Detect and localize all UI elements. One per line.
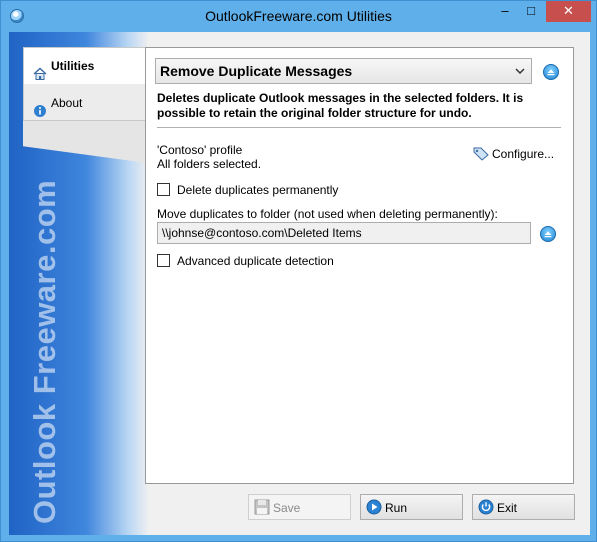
- run-button[interactable]: Run: [360, 494, 463, 520]
- configure-label: Configure...: [492, 147, 555, 161]
- home-icon: [33, 59, 47, 80]
- utility-select[interactable]: Remove Duplicate Messages: [155, 58, 532, 84]
- sidebar: Utilities About: [23, 47, 148, 121]
- sidebar-item-label: About: [51, 96, 83, 110]
- collapse-up-icon[interactable]: [543, 64, 559, 80]
- maximize-button[interactable]: □: [518, 1, 544, 22]
- brand-watermark: Outlook Freeware.com: [27, 179, 62, 524]
- advanced-detection-row[interactable]: Advanced duplicate detection: [157, 254, 334, 268]
- folders-status: All folders selected.: [157, 157, 262, 171]
- advanced-detection-label: Advanced duplicate detection: [177, 254, 334, 268]
- configure-link[interactable]: Configure...: [473, 147, 554, 161]
- title-bar[interactable]: OutlookFreeware.com Utilities – □ ✕: [1, 1, 596, 32]
- utility-select-value: Remove Duplicate Messages: [160, 63, 353, 79]
- save-button[interactable]: Save: [248, 494, 351, 520]
- play-icon: [366, 499, 382, 518]
- sidebar-item-about[interactable]: About: [24, 85, 148, 121]
- tag-icon: [473, 147, 489, 164]
- exit-label: Exit: [497, 501, 518, 515]
- client-area: Outlook Freeware.com Utilities About Rem…: [9, 32, 590, 535]
- folder-browse-icon[interactable]: [540, 226, 556, 242]
- delete-permanently-label: Delete duplicates permanently: [177, 183, 339, 197]
- divider: [157, 127, 561, 128]
- exit-button[interactable]: Exit: [472, 494, 575, 520]
- move-folder-input[interactable]: [157, 222, 531, 244]
- advanced-detection-checkbox[interactable]: [157, 254, 170, 267]
- power-icon: [478, 499, 494, 518]
- move-folder-label: Move duplicates to folder (not used when…: [157, 207, 498, 221]
- profile-info: 'Contoso' profile All folders selected.: [157, 143, 261, 171]
- profile-name: 'Contoso' profile: [157, 143, 243, 157]
- floppy-disk-icon: [254, 499, 270, 518]
- sidebar-item-label: Utilities: [51, 59, 95, 73]
- info-icon: [33, 96, 47, 117]
- close-button[interactable]: ✕: [546, 1, 591, 22]
- utility-description: Deletes duplicate Outlook messages in th…: [157, 91, 524, 120]
- save-label: Save: [273, 501, 301, 515]
- minimize-button[interactable]: –: [492, 1, 518, 22]
- run-label: Run: [385, 501, 408, 515]
- sidebar-item-utilities[interactable]: Utilities: [24, 48, 148, 84]
- delete-permanently-row[interactable]: Delete duplicates permanently: [157, 183, 338, 197]
- utility-panel: Remove Duplicate Messages Deletes duplic…: [145, 47, 574, 484]
- app-window: OutlookFreeware.com Utilities – □ ✕ Outl…: [0, 0, 597, 542]
- chevron-down-icon: [515, 66, 525, 78]
- delete-permanently-checkbox[interactable]: [157, 183, 170, 196]
